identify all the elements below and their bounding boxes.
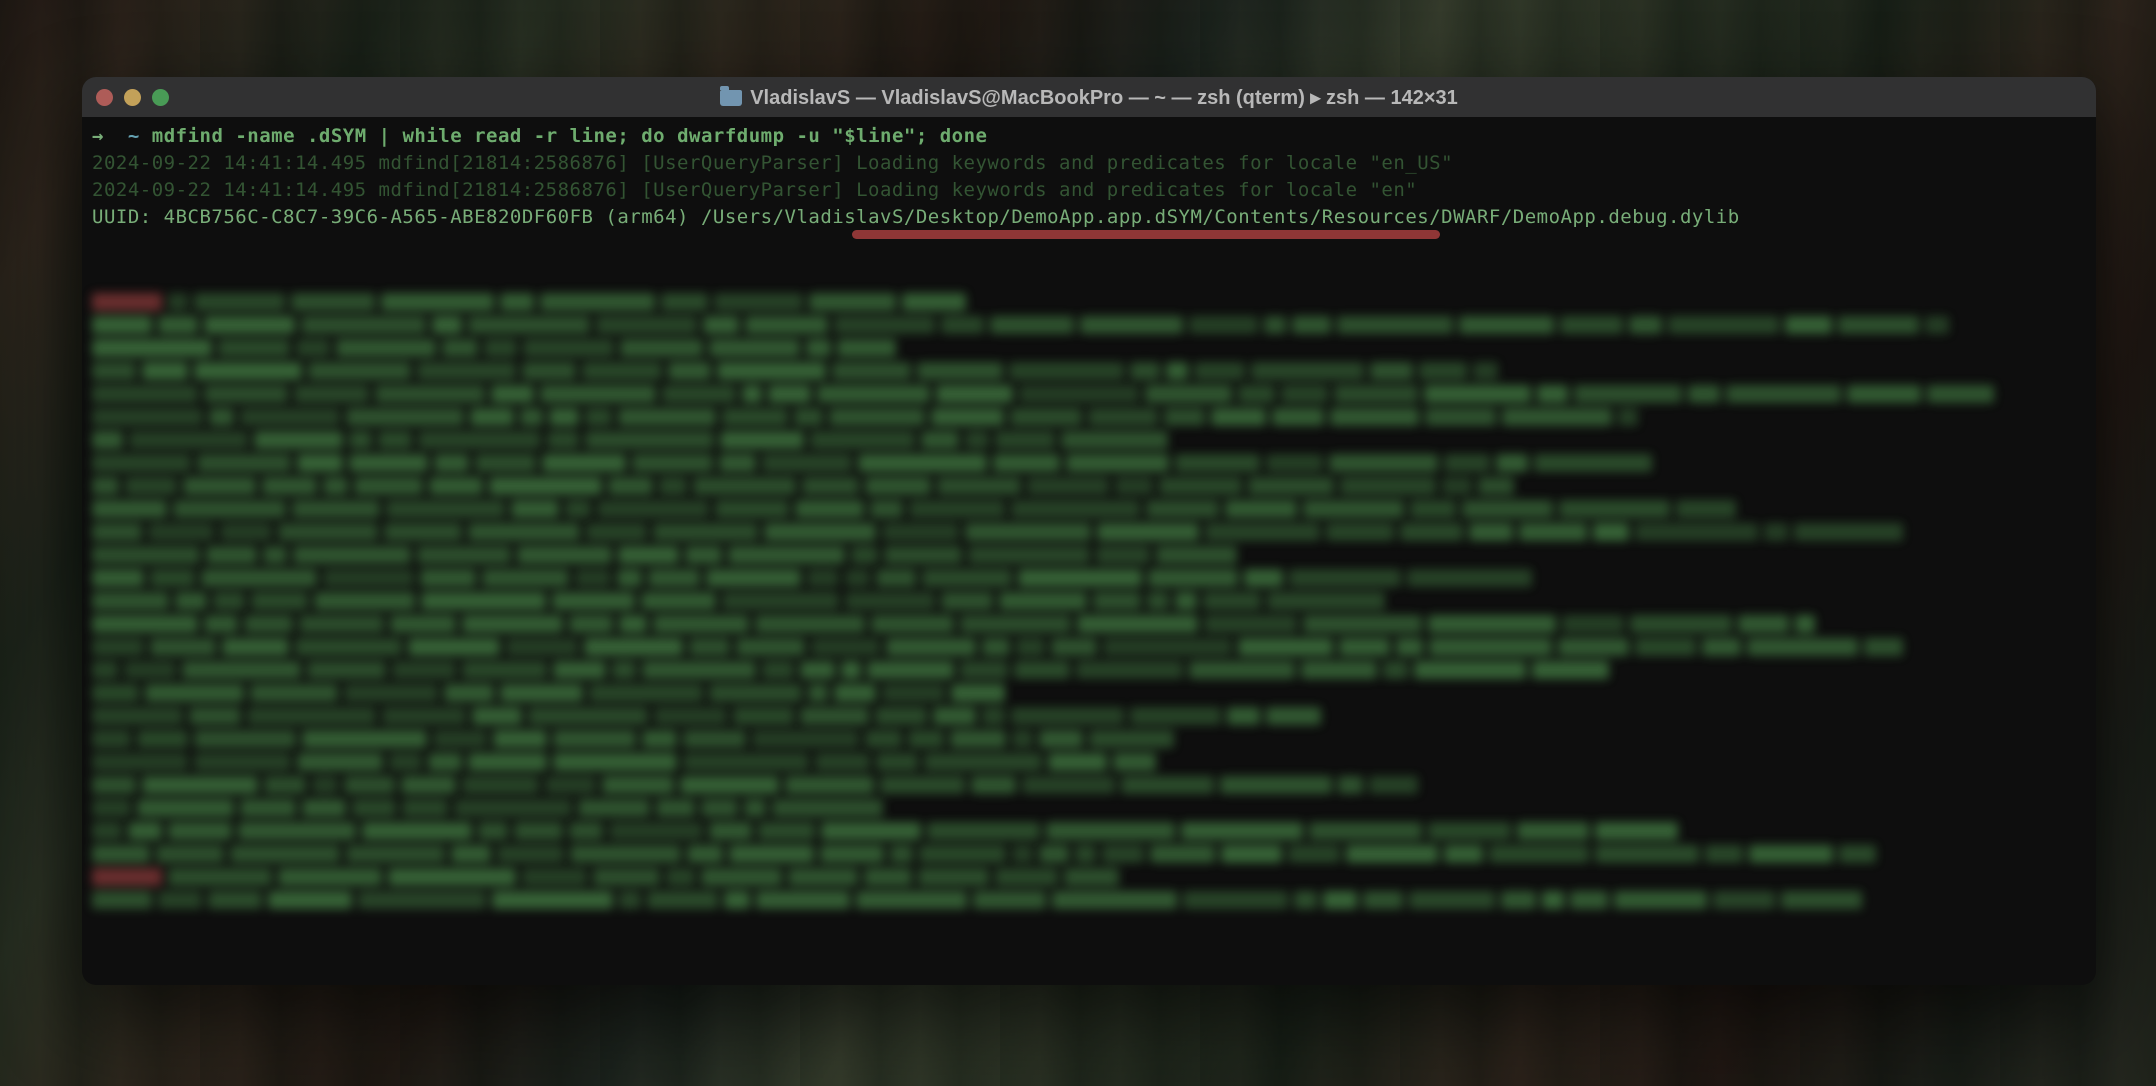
window-controls (96, 89, 169, 106)
command-line: → ~ mdfind -name .dSYM | while read -r l… (92, 123, 2086, 150)
blurred-line (92, 753, 2086, 771)
terminal-body[interactable]: → ~ mdfind -name .dSYM | while read -r l… (82, 117, 2096, 985)
blurred-line (92, 523, 2086, 541)
window-title: VladislavS — VladislavS@MacBookPro — ~ —… (82, 85, 2096, 110)
log-line-1: 2024-09-22 14:41:14.495 mdfind[21814:258… (92, 150, 2086, 177)
maximize-button[interactable] (152, 89, 169, 106)
blurred-line (92, 339, 2086, 357)
blurred-line (92, 868, 2086, 886)
close-button[interactable] (96, 89, 113, 106)
blurred-line (92, 546, 2086, 564)
blurred-line (92, 799, 2086, 817)
terminal-window[interactable]: VladislavS — VladislavS@MacBookPro — ~ —… (82, 77, 2096, 985)
blurred-line (92, 776, 2086, 794)
blurred-line (92, 891, 2086, 909)
blurred-line (92, 500, 2086, 518)
blurred-line (92, 454, 2086, 472)
uuid-arch: (arm64) (605, 206, 689, 228)
prompt-path: ~ (128, 125, 140, 147)
blurred-line (92, 707, 2086, 725)
blurred-line (92, 431, 2086, 449)
blurred-line (92, 822, 2086, 840)
blurred-line (92, 684, 2086, 702)
blurred-line (92, 592, 2086, 610)
blurred-line (92, 845, 2086, 863)
blurred-line (92, 615, 2086, 633)
uuid-line: UUID: 4BCB756C-C8C7-39C6-A565-ABE820DF60… (92, 204, 2086, 285)
minimize-button[interactable] (124, 89, 141, 106)
prompt-arrow: → (92, 125, 104, 147)
uuid-path: /Users/VladislavS/Desktop/DemoApp.app.dS… (701, 206, 1740, 228)
blurred-line (92, 477, 2086, 495)
window-title-text: VladislavS — VladislavS@MacBookPro — ~ —… (750, 85, 1458, 110)
command-text: mdfind -name .dSYM | while read -r line;… (152, 125, 988, 147)
blurred-line (92, 730, 2086, 748)
blurred-line (92, 569, 2086, 587)
blurred-line (92, 385, 2086, 403)
blurred-output (92, 293, 2086, 909)
desktop-background: VladislavS — VladislavS@MacBookPro — ~ —… (0, 0, 2156, 1086)
window-titlebar[interactable]: VladislavS — VladislavS@MacBookPro — ~ —… (82, 77, 2096, 117)
blurred-line (92, 638, 2086, 656)
blurred-line (92, 293, 2086, 311)
log-line-2: 2024-09-22 14:41:14.495 mdfind[21814:258… (92, 177, 2086, 204)
uuid-value: 4BCB756C-C8C7-39C6-A565-ABE820DF60FB (164, 206, 594, 228)
red-underline-annotation (852, 230, 1440, 239)
blurred-line (92, 362, 2086, 380)
folder-icon (720, 90, 742, 106)
blurred-line (92, 408, 2086, 426)
blurred-line (92, 661, 2086, 679)
uuid-label: UUID: (92, 206, 152, 228)
blurred-line (92, 316, 2086, 334)
